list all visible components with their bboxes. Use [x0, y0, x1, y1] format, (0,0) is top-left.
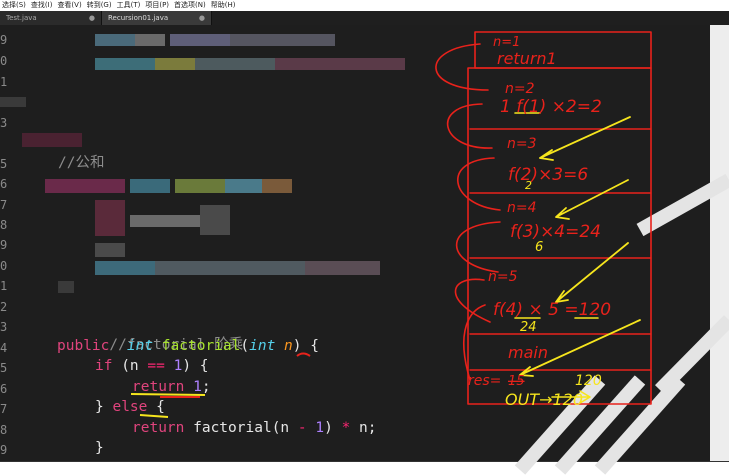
tab-recursion01-java[interactable]: Recursion01.java ●: [102, 11, 212, 25]
tab-modified-dot-icon[interactable]: ●: [199, 14, 205, 22]
menu-project[interactable]: 项目(P): [145, 0, 169, 11]
menu-help[interactable]: 帮助(H): [211, 0, 236, 11]
menu-tools[interactable]: 工具(T): [117, 0, 141, 11]
code-editor[interactable]: 9 0 1 3 5 6 7 8 9 0 1 2 3 4 5 6 7 8 9 //…: [0, 25, 710, 461]
status-divider: [0, 461, 729, 462]
menu-bar: 选择(S) 查找(I) 查看(V) 转到(G) 工具(T) 项目(P) 首选项(…: [0, 0, 729, 11]
menu-preferences[interactable]: 首选项(N): [174, 0, 206, 11]
tab-modified-dot-icon[interactable]: ●: [89, 14, 95, 22]
menu-find[interactable]: 查找(I): [31, 0, 53, 11]
code-underline-marks: [130, 352, 311, 418]
tab-label: Test.java: [6, 14, 37, 22]
editor-window: 选择(S) 查找(I) 查看(V) 转到(G) 工具(T) 项目(P) 首选项(…: [0, 0, 729, 475]
menu-goto[interactable]: 转到(G): [87, 0, 112, 11]
vertical-scrollbar[interactable]: [710, 25, 729, 461]
tab-bar: Test.java ● Recursion01.java ●: [0, 11, 729, 25]
menu-view[interactable]: 查看(V): [57, 0, 81, 11]
tab-label: Recursion01.java: [108, 14, 169, 22]
menu-select[interactable]: 选择(S): [2, 0, 26, 11]
tab-test-java[interactable]: Test.java ●: [0, 11, 102, 25]
